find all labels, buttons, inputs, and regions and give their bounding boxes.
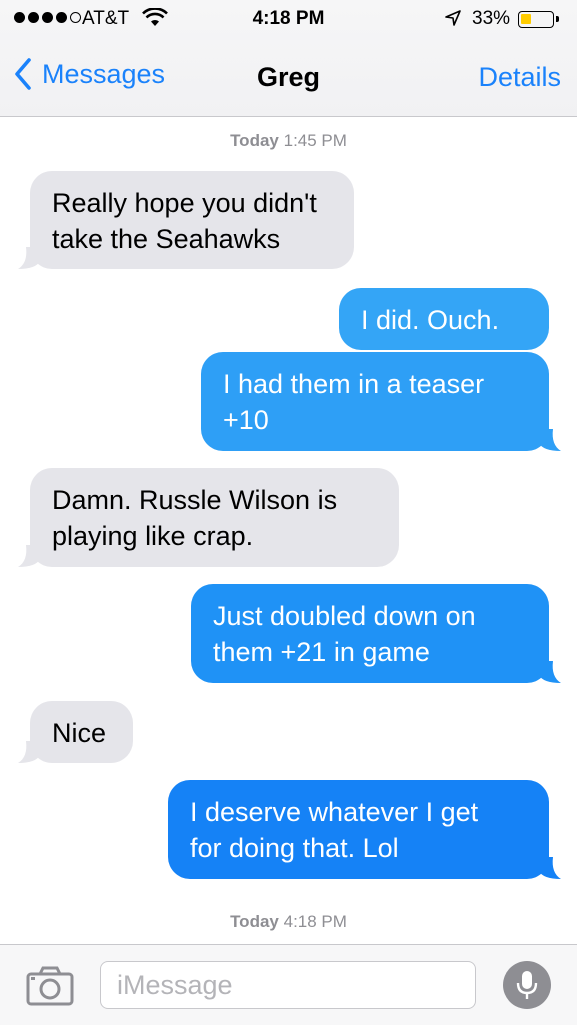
message-line: +10 [223,405,269,435]
timestamp-day: Today [230,131,279,150]
microphone-button[interactable] [503,961,551,1009]
message-bubble-incoming[interactable]: Damn. Russle Wilson is playing like crap… [18,468,399,567]
message-line: I had them in a teaser [223,369,485,399]
location-arrow-icon [445,10,461,26]
bubble-tail [539,429,561,451]
message-bubble-incoming[interactable]: Nice [18,701,133,763]
bubble-tail [539,857,561,879]
bubble-tail [18,545,40,567]
message-line: them +21 in game [213,637,430,667]
microphone-icon [516,971,538,999]
battery-fill [521,14,531,24]
message-bubble-incoming[interactable]: Really hope you didn't take the Seahawks [18,171,354,269]
details-button[interactable]: Details [478,62,561,93]
nav-bar: Messages Greg Details [0,40,577,116]
battery-percent: 33% [472,8,511,29]
timestamp-day: Today [230,912,279,931]
message-line: take the Seahawks [52,224,281,254]
message-line: Damn. Russle Wilson is [52,485,338,515]
message-input-bar [0,944,577,1025]
timestamp-time: 1:45 PM [283,131,347,150]
timestamp: Today 4:18 PM [0,912,577,932]
top-bar: AT&T 4:18 PM 33% Messages Greg Details [0,0,577,117]
message-bubble-outgoing[interactable]: I did. Ouch. [339,288,549,350]
message-bubble-outgoing[interactable]: I had them in a teaser +10 [201,352,561,451]
message-line: I did. Ouch. [361,305,500,335]
bubble-tail [18,741,40,763]
message-line: Just doubled down on [213,601,476,631]
bubble-tail [539,661,561,683]
bubble-tail [18,247,40,269]
message-line: I deserve whatever I get [190,797,479,827]
message-bubble-outgoing[interactable]: I deserve whatever I get for doing that.… [168,780,561,879]
message-line: Nice [52,718,107,748]
camera-icon[interactable] [26,966,74,1006]
message-bubble-outgoing[interactable]: Just doubled down on them +21 in game [191,584,561,683]
message-line: for doing that. Lol [190,833,399,863]
message-line: playing like crap. [52,521,254,551]
imessage-input[interactable] [100,961,476,1009]
timestamp-time: 4:18 PM [283,912,347,931]
message-line: Really hope you didn't [52,188,317,218]
timestamp: Today 1:45 PM [0,131,577,151]
battery-icon [518,11,559,28]
status-bar: AT&T 4:18 PM 33% [0,0,577,40]
